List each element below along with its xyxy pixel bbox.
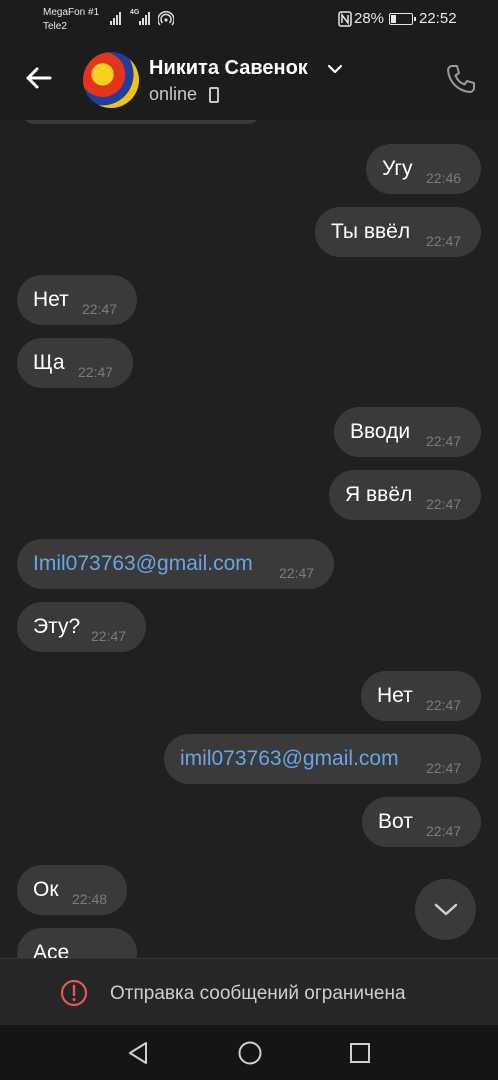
message-text: Вот bbox=[378, 810, 413, 833]
signal-icon-2 bbox=[139, 11, 150, 25]
message-time: 22:47 bbox=[426, 760, 462, 776]
message-time: 22:47 bbox=[78, 364, 114, 380]
message-bubble[interactable]: Imil073763@gmail.com 22:47 bbox=[17, 539, 334, 589]
message-bubble[interactable]: Нет 22:47 bbox=[17, 275, 137, 325]
message-time: 22:47 bbox=[426, 823, 462, 839]
message-text: Ща bbox=[33, 351, 65, 374]
chevron-down-icon bbox=[434, 903, 458, 916]
message-time: 22:47 bbox=[91, 628, 127, 644]
message-bubble[interactable]: Эту? 22:47 bbox=[17, 602, 146, 652]
message-time: 22:48 bbox=[72, 891, 108, 907]
nav-home-icon[interactable] bbox=[237, 1040, 263, 1066]
alert-icon bbox=[60, 979, 88, 1007]
messaging-restricted-bar: Отправка сообщений ограничена bbox=[0, 958, 498, 1025]
message-bubble[interactable]: Я ввёл 22:47 bbox=[329, 470, 481, 520]
message-link[interactable]: imil073763@gmail.com bbox=[180, 746, 399, 772]
message-time: 22:47 bbox=[82, 301, 118, 317]
nav-back-icon[interactable] bbox=[126, 1040, 152, 1066]
contact-status: online bbox=[149, 84, 198, 104]
signal-icon bbox=[110, 11, 121, 25]
network-type: 4G bbox=[130, 9, 140, 16]
partial-message-bubble bbox=[20, 120, 262, 124]
carrier-info: MegaFon #1 Tele2 bbox=[43, 6, 99, 34]
message-bubble[interactable]: Нет 22:47 bbox=[361, 671, 481, 721]
carrier-1: MegaFon #1 bbox=[43, 7, 100, 18]
message-time: 22:47 bbox=[426, 433, 462, 449]
nav-recent-apps-icon[interactable] bbox=[348, 1041, 372, 1065]
message-bubble[interactable]: Асе bbox=[17, 928, 137, 958]
battery-icon bbox=[389, 13, 416, 25]
mobile-device-icon bbox=[209, 87, 219, 103]
chat-header: Никита Савенок online bbox=[0, 40, 498, 120]
back-arrow-icon[interactable] bbox=[22, 62, 54, 94]
scroll-down-button[interactable] bbox=[415, 879, 476, 940]
battery-fill bbox=[391, 15, 397, 23]
message-text: Вводи bbox=[350, 420, 411, 443]
phone-call-icon[interactable] bbox=[444, 62, 478, 96]
message-time: 22:47 bbox=[279, 565, 315, 581]
message-bubble[interactable]: Ок 22:48 bbox=[17, 865, 127, 915]
hotspot-icon bbox=[158, 11, 174, 26]
message-time: 22:46 bbox=[426, 170, 462, 186]
message-text: Ты ввёл bbox=[331, 220, 411, 243]
message-bubble[interactable]: Угу 22:46 bbox=[366, 144, 481, 194]
message-time: 22:47 bbox=[426, 697, 462, 713]
message-bubble[interactable]: Ща 22:47 bbox=[17, 338, 133, 388]
carrier-2: Tele2 bbox=[43, 21, 67, 32]
status-bar: MegaFon #1 Tele2 4G 28% 22:52 bbox=[0, 0, 498, 40]
avatar[interactable] bbox=[83, 52, 139, 108]
chevron-down-icon[interactable] bbox=[327, 63, 343, 75]
message-bubble[interactable]: Вот 22:47 bbox=[362, 797, 481, 847]
message-text: Ок bbox=[33, 878, 59, 901]
nfc-icon bbox=[338, 11, 352, 27]
message-bubble[interactable]: Ты ввёл 22:47 bbox=[315, 207, 481, 257]
message-text: Эту? bbox=[33, 615, 81, 638]
restriction-text: Отправка сообщений ограничена bbox=[110, 983, 406, 1004]
message-link[interactable]: Imil073763@gmail.com bbox=[33, 551, 253, 577]
message-text: Угу bbox=[382, 157, 413, 180]
message-list[interactable]: Угу 22:46 Ты ввёл 22:47 Нет 22:47 Ща 22:… bbox=[0, 120, 498, 958]
message-text: Я ввёл bbox=[345, 483, 413, 506]
message-text: Нет bbox=[377, 684, 413, 707]
clock: 22:52 bbox=[419, 10, 457, 27]
message-text: Нет bbox=[33, 288, 69, 311]
battery-percent: 28% bbox=[354, 10, 385, 27]
message-time: 22:47 bbox=[426, 496, 462, 512]
message-bubble[interactable]: imil073763@gmail.com 22:47 bbox=[164, 734, 481, 784]
message-text: Асе bbox=[33, 941, 70, 958]
contact-name[interactable]: Никита Савенок bbox=[149, 57, 308, 80]
message-time: 22:47 bbox=[426, 233, 462, 249]
system-nav-bar bbox=[0, 1025, 498, 1080]
message-bubble[interactable]: Вводи 22:47 bbox=[334, 407, 481, 457]
